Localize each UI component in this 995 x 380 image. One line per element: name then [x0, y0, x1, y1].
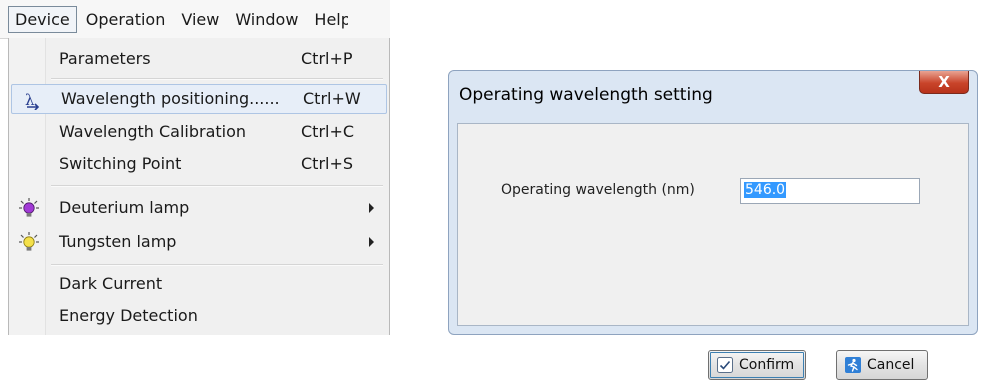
menu-item-shortcut: Ctrl+C: [301, 122, 355, 141]
menu-item-tungsten-lamp[interactable]: Tungsten lamp: [9, 227, 389, 257]
menu-item-dark-current[interactable]: Dark Current: [9, 269, 389, 299]
cancel-button[interactable]: Cancel: [836, 350, 928, 380]
bulb-yellow-icon: [19, 232, 39, 251]
dialog-body: Operating wavelength (nm) 546.0 Confirm …: [457, 123, 969, 380]
menu-item-label: Parameters: [59, 49, 151, 68]
close-button[interactable]: X: [919, 71, 969, 94]
menu-item-wavelength-calibration[interactable]: Wavelength Calibration Ctrl+C: [9, 117, 389, 147]
menu-bar: Device Operation View Window Help: [0, 0, 390, 39]
menu-item-energy-detection[interactable]: Energy Detection: [9, 301, 389, 331]
operating-wavelength-input[interactable]: 546.0: [740, 178, 920, 204]
operating-wavelength-label: Operating wavelength (nm): [501, 182, 695, 198]
dialog-title: Operating wavelength setting: [459, 85, 713, 105]
menu-operation[interactable]: Operation: [79, 6, 173, 33]
menu-item-deuterium-lamp[interactable]: Deuterium lamp: [9, 193, 389, 223]
submenu-arrow-icon: [369, 203, 374, 213]
menu-separator: [51, 78, 383, 80]
menu-item-label: Deuterium lamp: [59, 198, 190, 217]
device-dropdown-menu: Parameters Ctrl+P λ Wavelength positioni…: [8, 38, 390, 335]
menu-separator: [51, 185, 383, 187]
confirm-button-label: Confirm: [739, 357, 795, 373]
menu-item-label: Energy Detection: [59, 306, 198, 325]
cancel-button-label: Cancel: [867, 357, 915, 373]
wavelength-setting-dialog: Operating wavelength setting X Operating…: [448, 70, 978, 380]
menu-item-shortcut: Ctrl+P: [301, 49, 353, 68]
menu-item-switching-point[interactable]: Switching Point Ctrl+S: [9, 149, 389, 179]
bulb-purple-icon: [19, 198, 39, 217]
menu-item-label: Switching Point: [59, 154, 182, 173]
menu-item-label: Tungsten lamp: [59, 232, 177, 251]
menu-item-shortcut: Ctrl+S: [301, 154, 354, 173]
menu-item-parameters[interactable]: Parameters Ctrl+P: [9, 44, 389, 74]
menu-item-label: Wavelength Calibration: [59, 122, 247, 141]
menu-separator: [51, 264, 383, 266]
checkbox-check-icon: [717, 357, 733, 373]
menu-item-shortcut: Ctrl+W: [303, 89, 361, 108]
menu-device[interactable]: Device: [8, 5, 77, 33]
submenu-arrow-icon: [369, 237, 374, 247]
confirm-button[interactable]: Confirm: [708, 350, 806, 380]
menu-window[interactable]: Window: [228, 6, 305, 33]
menu-item-label: Wavelength positioning......: [61, 89, 280, 108]
menu-item-wavelength-positioning[interactable]: λ Wavelength positioning...... Ctrl+W: [11, 84, 387, 114]
lambda-arrow-icon: λ: [25, 91, 40, 110]
menu-help[interactable]: Help: [307, 6, 348, 33]
exit-runner-icon: [845, 357, 861, 373]
input-selected-text: 546.0: [744, 182, 787, 198]
menu-view[interactable]: View: [174, 6, 226, 33]
close-icon: X: [938, 73, 950, 91]
menu-item-label: Dark Current: [59, 274, 163, 293]
